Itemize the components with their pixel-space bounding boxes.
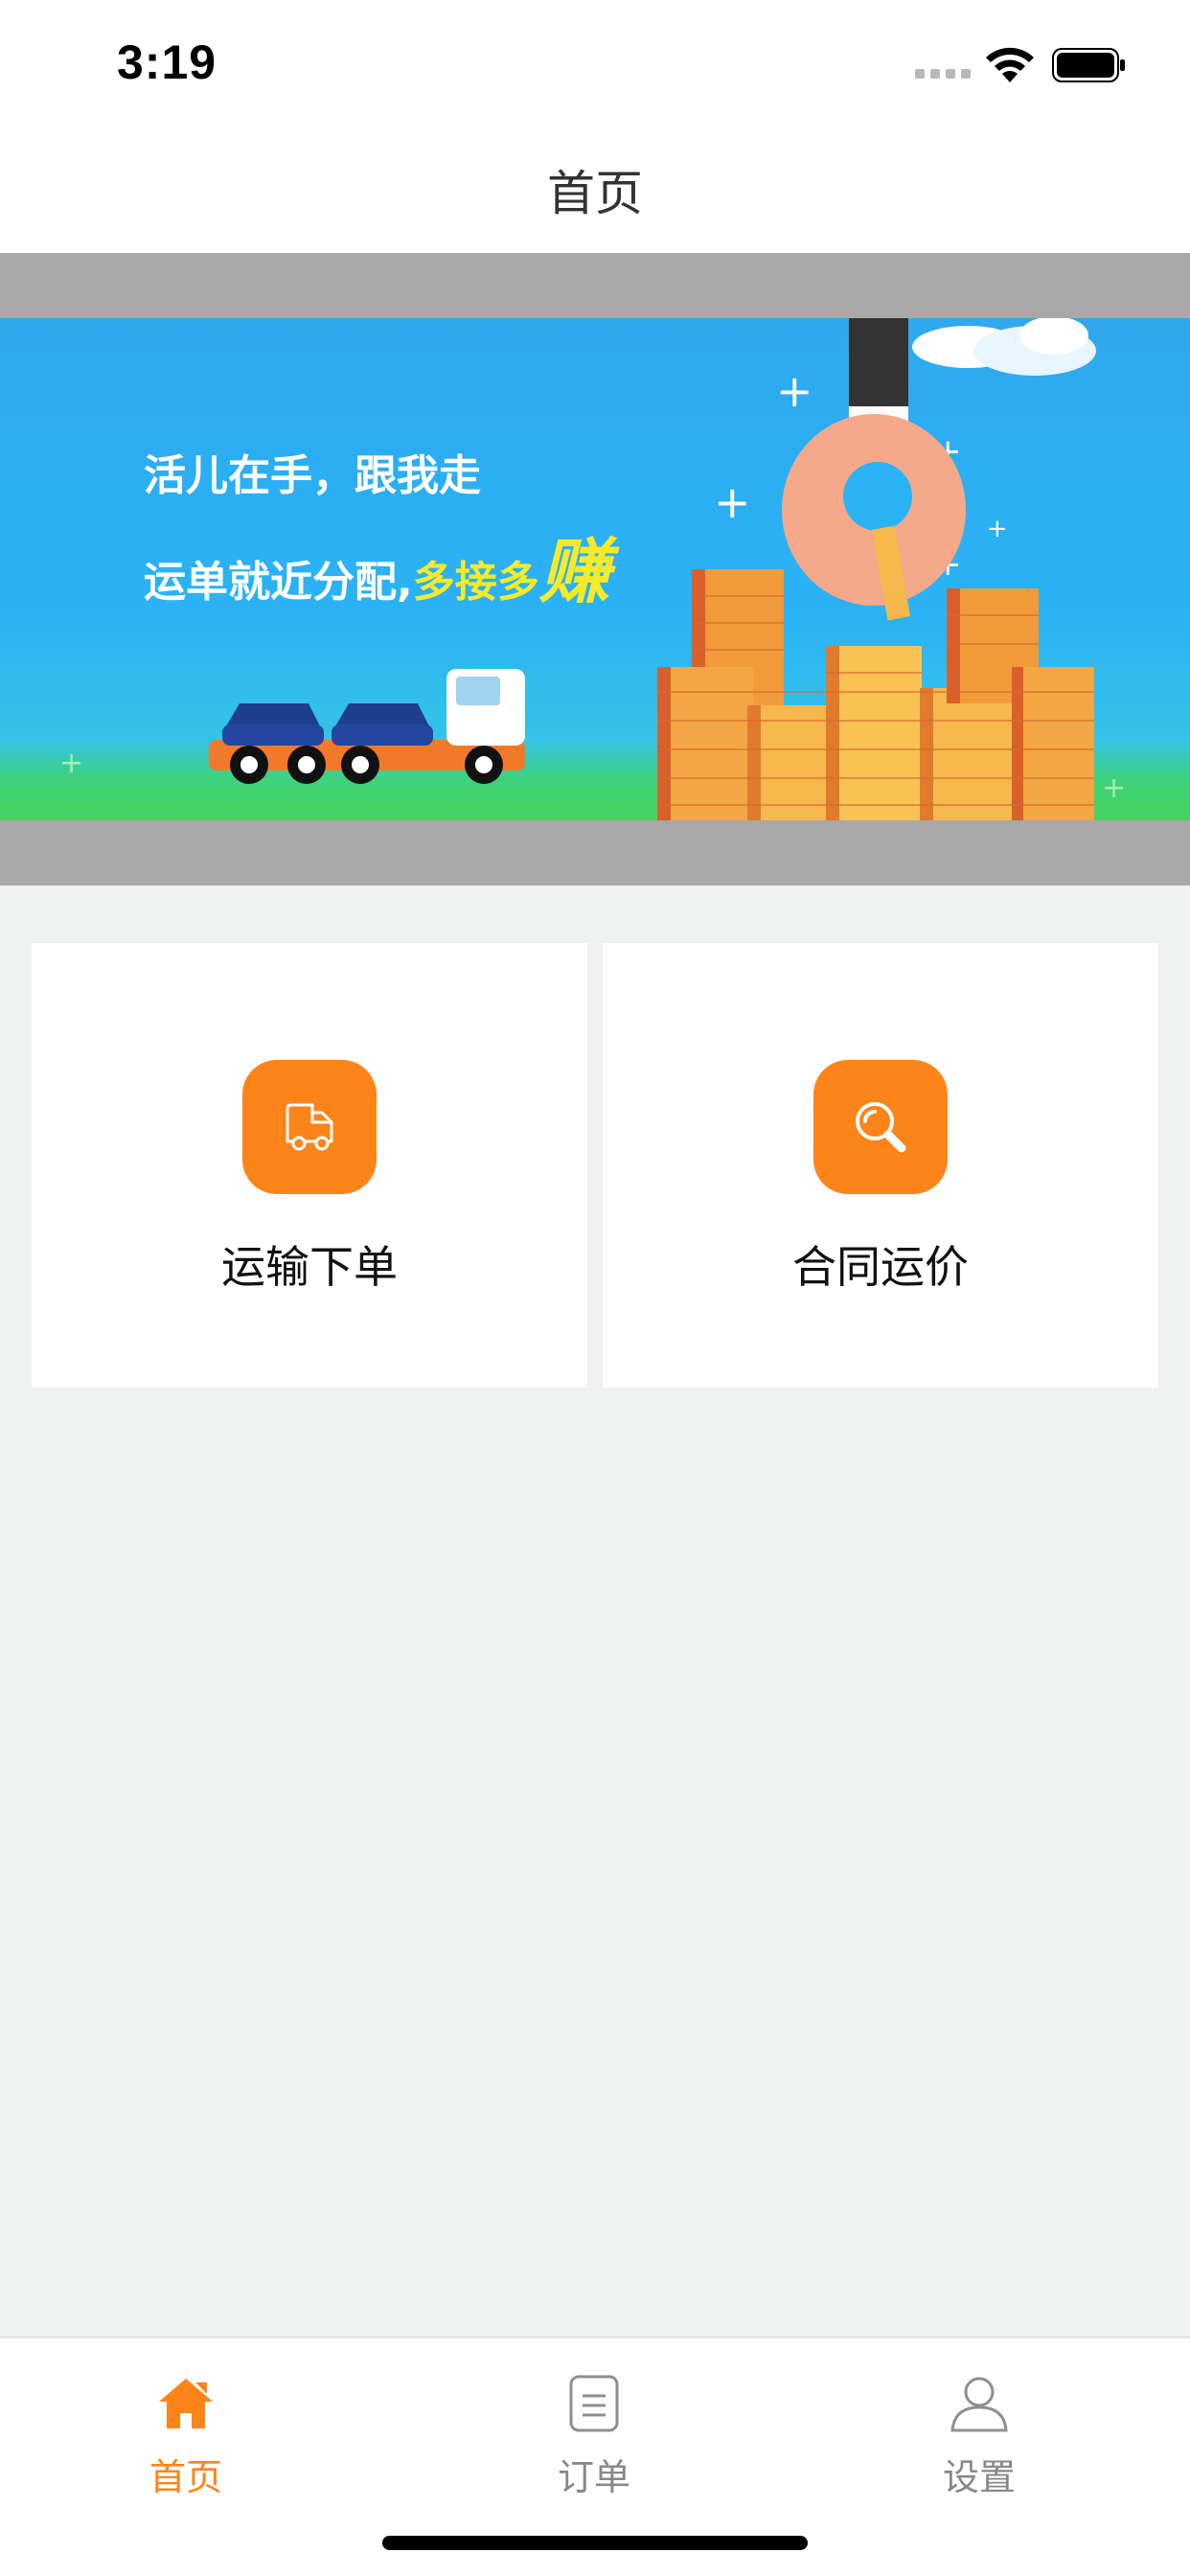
banner-subline-emphasis: 赚 bbox=[538, 531, 610, 613]
page-title: 首页 bbox=[547, 166, 643, 221]
contract-rate-label: 合同运价 bbox=[792, 1241, 969, 1293]
truck-icon bbox=[242, 1060, 377, 1194]
document-icon bbox=[569, 2375, 619, 2432]
promo-banner[interactable]: + + + + + + + bbox=[0, 318, 1190, 820]
banner-subline-prefix: 运单就近分配, bbox=[144, 558, 413, 607]
tab-home[interactable]: 首页 bbox=[90, 2373, 282, 2500]
status-bar: 3:19 bbox=[0, 0, 1190, 126]
tab-orders[interactable]: 订单 bbox=[498, 2373, 690, 2500]
status-time: 3:19 bbox=[117, 35, 217, 89]
tab-settings-label: 设置 bbox=[942, 2456, 1016, 2498]
banner-subline-highlight: 多接多 bbox=[412, 558, 539, 607]
banner-container: + + + + + + + bbox=[0, 253, 1190, 886]
tab-settings[interactable]: 设置 bbox=[883, 2373, 1075, 2500]
svg-text:+: + bbox=[987, 515, 1008, 543]
tab-home-label: 首页 bbox=[149, 2456, 222, 2498]
transport-order-label: 运输下单 bbox=[221, 1241, 398, 1293]
banner-subline: 运单就近分配,多接多赚 bbox=[144, 515, 610, 617]
navigation-bar: 首页 bbox=[0, 126, 1190, 253]
wifi-icon bbox=[986, 47, 1034, 82]
svg-text:+: + bbox=[59, 747, 83, 780]
tab-orders-label: 订单 bbox=[557, 2456, 630, 2498]
home-icon bbox=[159, 2379, 213, 2428]
svg-text:+: + bbox=[1102, 771, 1126, 805]
svg-text:+: + bbox=[776, 365, 813, 417]
svg-text:+: + bbox=[714, 476, 751, 528]
banner-headline: 活儿在手，跟我走 bbox=[144, 451, 481, 500]
search-icon bbox=[813, 1060, 948, 1194]
cellular-signal-icon bbox=[915, 69, 971, 79]
home-indicator[interactable] bbox=[382, 2536, 808, 2550]
contract-rate-card[interactable]: 合同运价 bbox=[603, 943, 1158, 1388]
user-icon bbox=[950, 2377, 1008, 2432]
battery-icon bbox=[1052, 48, 1125, 82]
transport-order-card[interactable]: 运输下单 bbox=[32, 943, 587, 1388]
